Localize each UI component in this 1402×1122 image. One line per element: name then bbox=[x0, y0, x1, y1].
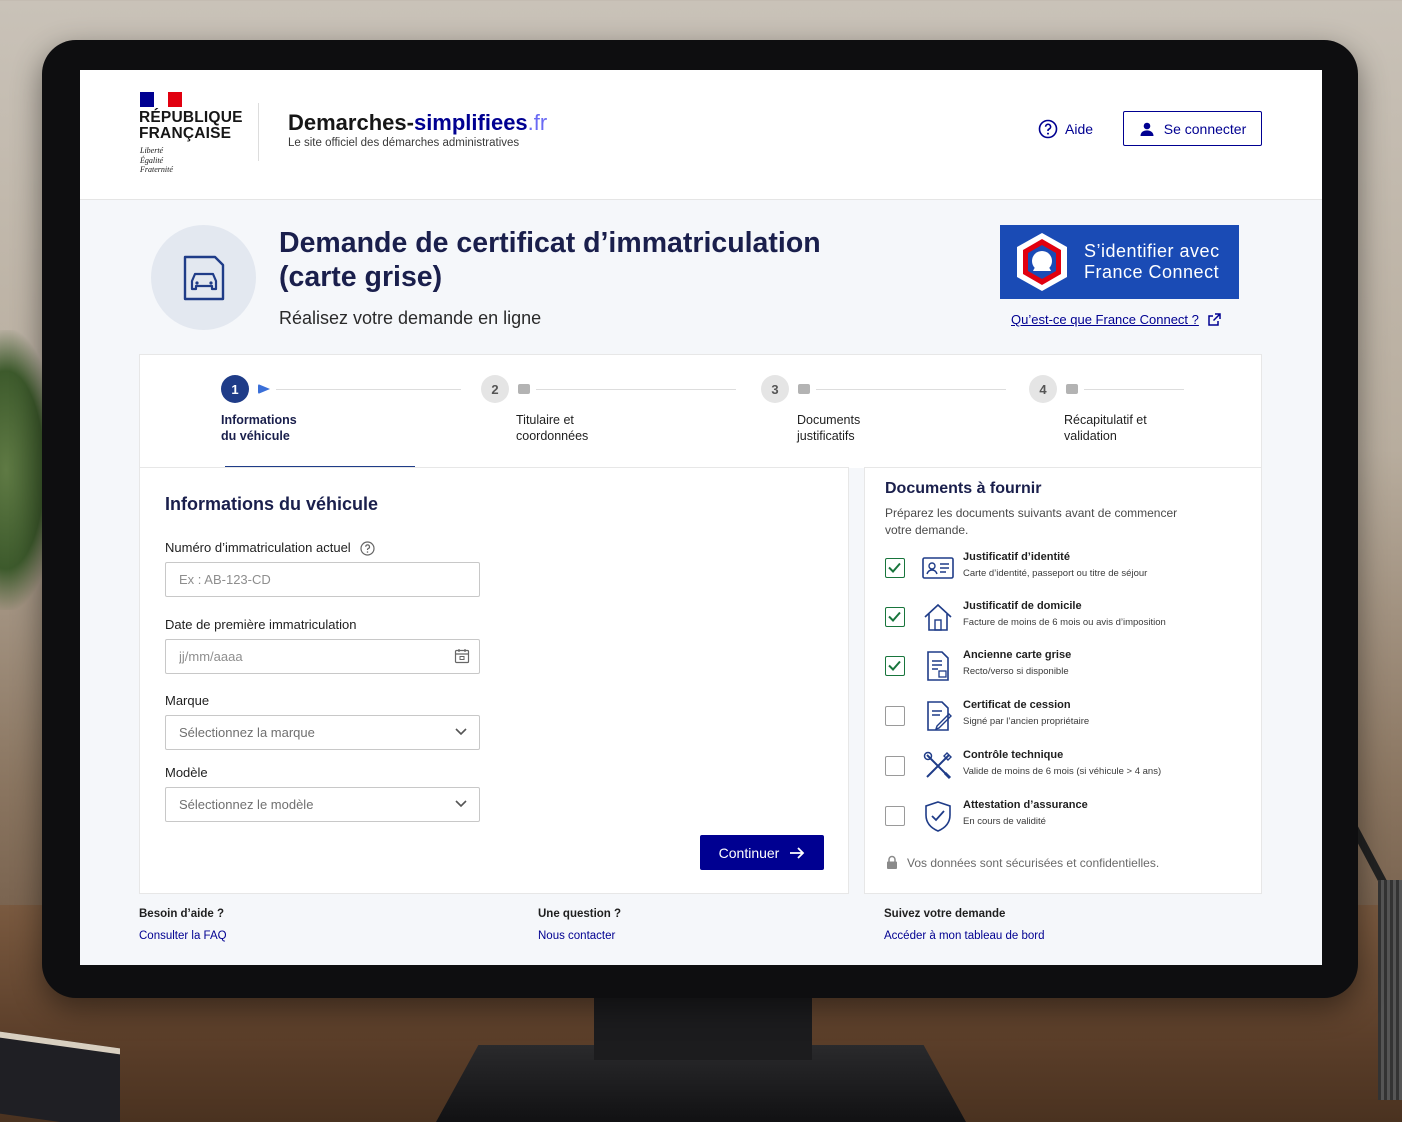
franceconnect-button[interactable]: S’identifier avec France Connect bbox=[1000, 225, 1239, 299]
date-label: Date de première immatriculation bbox=[165, 617, 357, 632]
documents-title: Documents à fournir bbox=[885, 480, 1042, 497]
step-1[interactable]: 1 Informations du véhicule bbox=[221, 375, 461, 443]
document-item: Attestation d’assurance En cours de vali… bbox=[885, 799, 1255, 839]
franceconnect-logo-icon bbox=[1017, 233, 1067, 291]
step-car-icon bbox=[1066, 384, 1078, 394]
car-document-illustration bbox=[151, 225, 256, 330]
document-icon bbox=[927, 651, 949, 681]
plate-input[interactable] bbox=[165, 562, 480, 597]
date-input[interactable] bbox=[165, 639, 480, 674]
faq-link[interactable]: Consulter la FAQ bbox=[139, 930, 227, 942]
footer-help: Besoin d’aide ? Consulter la FAQ bbox=[139, 908, 227, 942]
id-card-icon bbox=[922, 557, 954, 579]
step-4[interactable]: 4 Récapitulatif et validation bbox=[1029, 375, 1184, 443]
chevron-down-icon bbox=[455, 800, 467, 808]
date-field-wrapper bbox=[165, 639, 480, 674]
form-title: Informations du véhicule bbox=[165, 494, 379, 514]
document-item: Ancienne carte grise Recto/verso si disp… bbox=[885, 649, 1255, 689]
pen-cup-background bbox=[1378, 880, 1402, 1100]
page-title: Demande de certificat d’immatriculation … bbox=[279, 227, 821, 293]
book-background bbox=[0, 1031, 120, 1122]
dashboard-link[interactable]: Accéder à mon tableau de bord bbox=[884, 930, 1044, 942]
checkbox-checked[interactable] bbox=[885, 558, 905, 578]
checkbox-checked[interactable] bbox=[885, 656, 905, 676]
brand-label: Marque bbox=[165, 693, 210, 708]
checkbox-checked[interactable] bbox=[885, 607, 905, 627]
document-item: Justificatif d’identité Carte d’identité… bbox=[885, 551, 1255, 591]
house-icon bbox=[924, 603, 952, 631]
french-flag-icon bbox=[140, 92, 182, 107]
checkbox-unchecked[interactable] bbox=[885, 806, 905, 826]
monitor-stand bbox=[594, 990, 812, 1060]
arrow-right-icon bbox=[790, 846, 805, 859]
calendar-icon[interactable] bbox=[454, 648, 470, 664]
step-car-icon bbox=[798, 384, 810, 394]
continue-button[interactable]: Continuer bbox=[700, 835, 824, 870]
documents-intro: Préparez les documents suivants avant de… bbox=[885, 506, 1178, 537]
question-circle-icon bbox=[1038, 119, 1058, 139]
footer-follow: Suivez votre demande Accéder à mon table… bbox=[884, 908, 1045, 942]
document-item: Justificatif de domicile Facture de moin… bbox=[885, 600, 1255, 640]
step-car-icon bbox=[518, 384, 530, 394]
step-3[interactable]: 3 Documents justificatifs bbox=[761, 375, 1006, 443]
browser-viewport: RÉPUBLIQUE FRANÇAISE Liberté Égalité Fra… bbox=[80, 70, 1322, 965]
step-2[interactable]: 2 Titulaire et coordonnées bbox=[481, 375, 736, 443]
franceconnect-info-link[interactable]: Qu’est-ce que France Connect ? bbox=[1011, 312, 1222, 327]
shield-check-icon bbox=[925, 801, 951, 832]
plate-label: Numéro d’immatriculation actuel bbox=[165, 540, 375, 556]
brand-select[interactable]: Sélectionnez la marque bbox=[165, 715, 480, 750]
external-link-icon bbox=[1208, 313, 1221, 326]
document-item: Contrôle technique Valide de moins de 6 … bbox=[885, 749, 1255, 789]
help-icon[interactable] bbox=[360, 541, 375, 556]
documents-panel: Documents à fournir Préparez les documen… bbox=[864, 467, 1262, 894]
checkbox-unchecked[interactable] bbox=[885, 756, 905, 776]
user-icon bbox=[1140, 122, 1154, 136]
footer-question: Une question ? Nous contacter bbox=[538, 908, 622, 942]
security-note: Vos données sont sécurisées et confident… bbox=[885, 855, 1159, 870]
republique-francaise-logo[interactable]: RÉPUBLIQUE FRANÇAISE bbox=[139, 110, 243, 142]
chevron-down-icon bbox=[455, 728, 467, 736]
checkbox-unchecked[interactable] bbox=[885, 706, 905, 726]
stepper: 1 Informations du véhicule 2 Titulaire et… bbox=[139, 354, 1262, 469]
lock-icon bbox=[887, 855, 897, 869]
document-item: Certificat de cession Signé par l’ancien… bbox=[885, 699, 1255, 739]
header-divider bbox=[258, 103, 259, 161]
help-link[interactable]: Aide bbox=[1038, 119, 1093, 139]
page-subtitle: Réalisez votre demande en ligne bbox=[279, 308, 542, 328]
step-arrow-icon bbox=[258, 384, 270, 394]
site-name[interactable]: Demarches-simplifiees.fr bbox=[288, 110, 547, 136]
tools-icon bbox=[923, 751, 952, 780]
site-header: RÉPUBLIQUE FRANÇAISE Liberté Égalité Fra… bbox=[80, 70, 1322, 200]
devise: Liberté Égalité Fraternité bbox=[140, 146, 173, 174]
login-button[interactable]: Se connecter bbox=[1123, 111, 1262, 146]
site-tagline: Le site officiel des démarches administr… bbox=[288, 137, 520, 149]
model-label: Modèle bbox=[165, 765, 208, 780]
model-select[interactable]: Sélectionnez le modèle bbox=[165, 787, 480, 822]
signed-document-icon bbox=[927, 701, 952, 731]
vehicle-form: Informations du véhicule Numéro d’immatr… bbox=[139, 467, 849, 894]
contact-link[interactable]: Nous contacter bbox=[538, 930, 621, 942]
car-document-icon bbox=[183, 255, 224, 300]
